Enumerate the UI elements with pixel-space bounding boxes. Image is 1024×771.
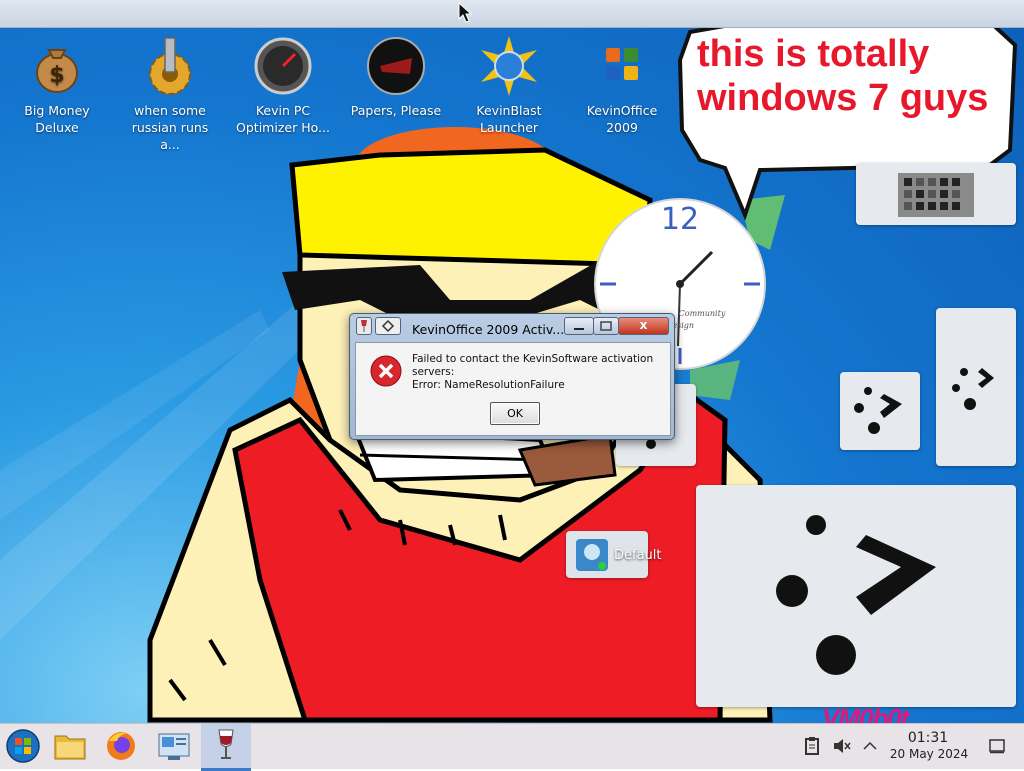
taskbar-clock-date[interactable]: 20 May 2024 (886, 747, 972, 761)
system-settings-icon[interactable] (154, 727, 194, 765)
desktop-icon-kevinoffice-2009[interactable]: KevinOffice 2009 (572, 36, 672, 136)
profile-icon (576, 539, 608, 571)
message-line: Failed to contact the KevinSoftware acti… (412, 353, 654, 365)
window-menu-button[interactable] (375, 317, 401, 335)
firefox-icon[interactable] (101, 727, 141, 765)
dialog-body: Failed to contact the KevinSoftware acti… (355, 342, 671, 436)
desktop-icon-big-money-deluxe[interactable]: $ Big Money Deluxe (7, 36, 107, 136)
default-profile-label: Default (614, 548, 662, 563)
gear-icon (140, 36, 200, 96)
desktop-icon-papers-please[interactable]: Papers, Please (346, 36, 446, 119)
desktop-icon-label: Kevin PC Optimizer Ho... (236, 103, 330, 135)
clock-numeral-12: 12 (661, 202, 699, 237)
message-line: servers: (412, 366, 455, 378)
desktop-icon-kevinblast-launcher[interactable]: KevinBlast Launcher (459, 36, 559, 136)
mouse-cursor-icon (458, 2, 473, 23)
volume-muted-icon[interactable] (832, 736, 852, 756)
desktop-icon-label: KevinOffice 2009 (586, 103, 658, 135)
close-button[interactable]: x (618, 317, 669, 335)
ok-button[interactable]: OK (490, 402, 540, 425)
desktop-icon-label: Big Money Deluxe (24, 103, 90, 135)
starburst-globe-icon (479, 36, 539, 96)
speech-bubble-text: this is totally windows 7 guys (697, 33, 989, 119)
minimize-button[interactable] (564, 317, 594, 335)
desktop-icon-russian[interactable]: when some russian runs a... (120, 36, 220, 153)
activation-error-dialog[interactable]: KevinOffice 2009 Activ... x Failed to co… (349, 313, 675, 440)
money-bag-icon: $ (27, 36, 87, 96)
file-manager-icon[interactable] (50, 727, 90, 765)
error-icon (370, 355, 402, 387)
pager-widget-small[interactable] (840, 372, 920, 450)
maximize-button[interactable] (593, 317, 619, 335)
pager-widget-large[interactable] (696, 485, 1016, 707)
start-orb-icon[interactable] (3, 727, 43, 765)
desktop-icon-label: when some russian runs a... (131, 103, 209, 152)
app-menu-icon[interactable] (356, 317, 372, 335)
clock-community-text: Community (679, 309, 726, 318)
show-desktop-icon[interactable] (988, 737, 1006, 755)
taskbar-active-app[interactable] (201, 724, 251, 771)
dialog-message: Failed to contact the KevinSoftware acti… (412, 353, 662, 392)
top-panel-strip (0, 0, 1024, 28)
desktop-icon-kevin-pc-optimizer[interactable]: Kevin PC Optimizer Ho... (233, 36, 333, 136)
message-line: Error: NameResolutionFailure (412, 379, 565, 391)
dialog-title: KevinOffice 2009 Activ... (412, 322, 565, 337)
wine-glass-icon (218, 729, 234, 759)
pager-widget-tall[interactable] (936, 308, 1016, 466)
clipboard-icon[interactable] (803, 736, 821, 756)
office-logo-icon (592, 36, 652, 96)
gauge-icon (253, 36, 313, 96)
pager-widget-grid[interactable] (856, 163, 1016, 225)
desktop-icon-label: Papers, Please (350, 103, 442, 118)
svg-text:$: $ (49, 63, 64, 88)
tray-expand-chevron-icon[interactable] (862, 738, 878, 754)
taskbar-clock-time[interactable]: 01:31 (895, 730, 961, 746)
desktop-icon-label: KevinBlast Launcher (476, 103, 542, 135)
papers-please-icon (366, 36, 426, 96)
